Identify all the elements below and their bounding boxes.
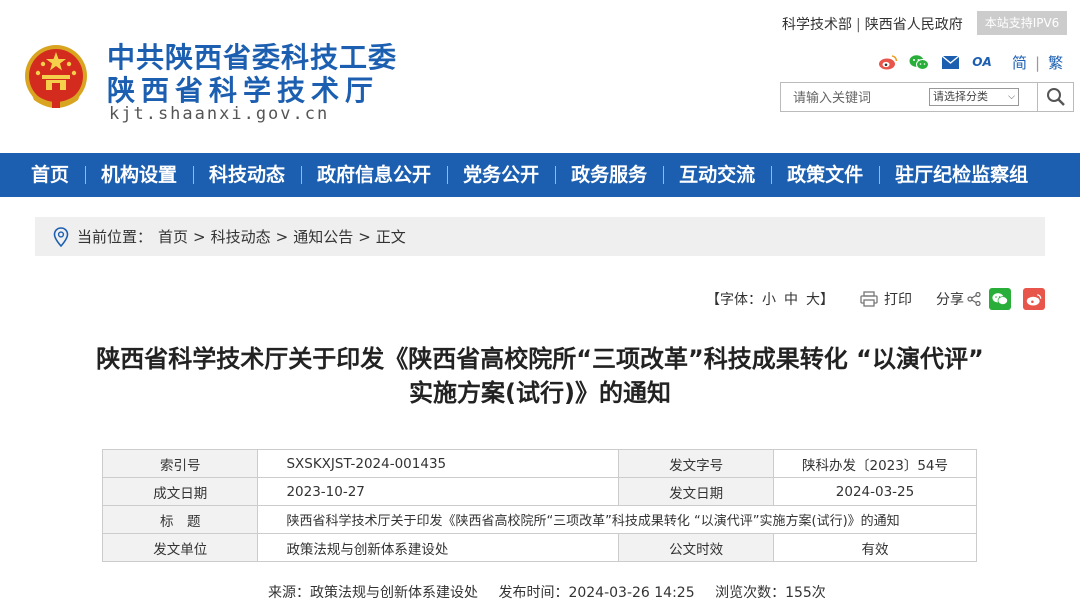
breadcrumb-current: 正文 bbox=[375, 228, 406, 246]
subject-label: 标 题 bbox=[101, 505, 259, 534]
link-most[interactable]: 科学技术部 bbox=[782, 17, 852, 33]
breadcrumb-separator: > bbox=[358, 227, 371, 246]
search-icon bbox=[1047, 88, 1065, 106]
nav-gov-services[interactable]: 政务服务 bbox=[555, 153, 663, 197]
table-row: 索引号 SXSKXJST-2024-001435 发文字号 陕科办发〔2023〕… bbox=[101, 449, 977, 478]
validity-value: 有效 bbox=[773, 533, 977, 562]
main-nav: 首页 机构设置 科技动态 政府信息公开 党务公开 政务服务 互动交流 政策文件 … bbox=[0, 153, 1080, 197]
breadcrumb-separator: > bbox=[193, 227, 206, 246]
nav-party-affairs[interactable]: 党务公开 bbox=[447, 153, 555, 197]
font-small-button[interactable]: 小 bbox=[762, 289, 776, 309]
created-date-label: 成文日期 bbox=[101, 477, 259, 506]
nav-tech-news[interactable]: 科技动态 bbox=[193, 153, 301, 197]
mail-icon[interactable] bbox=[940, 53, 960, 71]
table-row: 成文日期 2023-10-27 发文日期 2024-03-25 bbox=[101, 477, 977, 506]
font-size-label: 【字体： bbox=[706, 292, 762, 308]
breadcrumb-separator: > bbox=[275, 227, 289, 246]
nav-discipline-inspection[interactable]: 驻厅纪检监察组 bbox=[879, 153, 1044, 197]
org-name-line2: 陕西省科学技术厅 bbox=[107, 74, 380, 107]
lang-separator: | bbox=[1035, 54, 1041, 72]
issued-date-label: 发文日期 bbox=[618, 477, 775, 506]
article-title-line1: 陕西省科学技术厅关于印发《陕西省高校院所“三项改革”科技成果转化 “以演代评” bbox=[96, 345, 984, 373]
article-publish-time: 发布时间：2024-03-26 14:25 bbox=[498, 585, 695, 601]
article-tools: 【字体： 小 中 大 】 打印 分享 bbox=[706, 287, 1045, 311]
location-pin-icon bbox=[53, 226, 69, 247]
issuing-unit-label: 发文单位 bbox=[101, 533, 259, 562]
table-row: 发文单位 政策法规与创新体系建设处 公文时效 有效 bbox=[101, 533, 977, 562]
nav-organization[interactable]: 机构设置 bbox=[85, 153, 193, 197]
article-source-line: 来源：政策法规与创新体系建设处 发布时间：2024-03-26 14:25 浏览… bbox=[268, 582, 842, 602]
article-title-line2: 实施方案(试行)》的通知 bbox=[409, 379, 671, 407]
share-label: 分享 bbox=[936, 292, 964, 308]
printer-icon bbox=[860, 291, 878, 307]
breadcrumb: 当前位置： 首页 > 科技动态 > 通知公告 > 正文 bbox=[35, 217, 1045, 256]
share-icon bbox=[967, 292, 981, 306]
ipv6-badge: 本站支持IPV6 bbox=[977, 11, 1067, 35]
search-button[interactable] bbox=[1037, 83, 1074, 111]
print-label: 打印 bbox=[884, 292, 912, 308]
oa-icon[interactable]: OA bbox=[971, 53, 993, 71]
search-box: 请选择分类 ⌵ bbox=[780, 82, 1074, 112]
breadcrumb-notices[interactable]: 通知公告 bbox=[293, 226, 353, 247]
search-input[interactable] bbox=[793, 88, 921, 108]
created-date-value: 2023-10-27 bbox=[257, 477, 620, 506]
nav-policy-docs[interactable]: 政策文件 bbox=[771, 153, 879, 197]
breadcrumb-home[interactable]: 首页 bbox=[158, 226, 188, 247]
index-no-label: 索引号 bbox=[101, 449, 259, 478]
font-large-button[interactable]: 大 bbox=[806, 289, 820, 309]
doc-no-label: 发文字号 bbox=[618, 449, 775, 478]
national-emblem-logo[interactable] bbox=[22, 42, 90, 112]
social-icons: OA bbox=[878, 52, 1004, 72]
site-url: kjt.shaanxi.gov.cn bbox=[109, 104, 330, 124]
share-wechat-icon[interactable] bbox=[989, 288, 1011, 310]
article-source: 来源：政策法规与创新体系建设处 bbox=[268, 585, 478, 601]
top-links: 科学技术部 | 陕西省人民政府 bbox=[782, 14, 963, 34]
wechat-icon[interactable] bbox=[909, 53, 929, 71]
index-no-value: SXSKXJST-2024-001435 bbox=[257, 449, 620, 478]
breadcrumb-prefix: 当前位置： bbox=[77, 228, 153, 246]
article-view-count: 浏览次数：155次 bbox=[715, 585, 826, 601]
issuing-unit-value: 政策法规与创新体系建设处 bbox=[257, 533, 620, 562]
subject-value: 陕西省科学技术厅关于印发《陕西省高校院所“三项改革”科技成果转化 “以演代评”实… bbox=[257, 505, 977, 534]
oa-label: OA bbox=[972, 55, 992, 69]
language-switch: 简 | 繁 bbox=[1012, 52, 1063, 73]
nav-gov-info[interactable]: 政府信息公开 bbox=[301, 153, 447, 197]
nav-interaction[interactable]: 互动交流 bbox=[663, 153, 771, 197]
share-button[interactable]: 分享 bbox=[936, 289, 989, 309]
issued-date-value: 2024-03-25 bbox=[773, 477, 977, 506]
validity-label: 公文时效 bbox=[618, 533, 775, 562]
link-shaanxi-gov[interactable]: 陕西省人民政府 bbox=[865, 17, 963, 33]
breadcrumb-tech-news[interactable]: 科技动态 bbox=[211, 226, 271, 247]
weibo-icon[interactable] bbox=[878, 53, 898, 71]
lang-traditional[interactable]: 繁 bbox=[1048, 54, 1063, 72]
table-row: 标 题 陕西省科学技术厅关于印发《陕西省高校院所“三项改革”科技成果转化 “以演… bbox=[101, 505, 977, 534]
print-button[interactable]: 打印 bbox=[860, 289, 912, 309]
article-title: 陕西省科学技术厅关于印发《陕西省高校院所“三项改革”科技成果转化 “以演代评” … bbox=[40, 342, 1040, 410]
doc-no-value: 陕科办发〔2023〕54号 bbox=[773, 449, 977, 478]
category-select[interactable]: 请选择分类 ⌵ bbox=[929, 88, 1019, 106]
category-select-label: 请选择分类 bbox=[933, 90, 988, 103]
site-header: 中共陕西省委科技工委 陕西省科学技术厅 kjt.shaanxi.gov.cn 科… bbox=[0, 0, 1080, 153]
share-weibo-icon[interactable] bbox=[1023, 288, 1045, 310]
lang-simplified[interactable]: 简 bbox=[1012, 54, 1027, 72]
font-size-close: 】 bbox=[820, 292, 834, 308]
document-meta-table: 索引号 SXSKXJST-2024-001435 发文字号 陕科办发〔2023〕… bbox=[101, 449, 977, 562]
link-separator: | bbox=[856, 17, 861, 33]
chevron-down-icon: ⌵ bbox=[1008, 92, 1015, 102]
font-medium-button[interactable]: 中 bbox=[784, 289, 798, 309]
nav-home[interactable]: 首页 bbox=[0, 153, 85, 197]
